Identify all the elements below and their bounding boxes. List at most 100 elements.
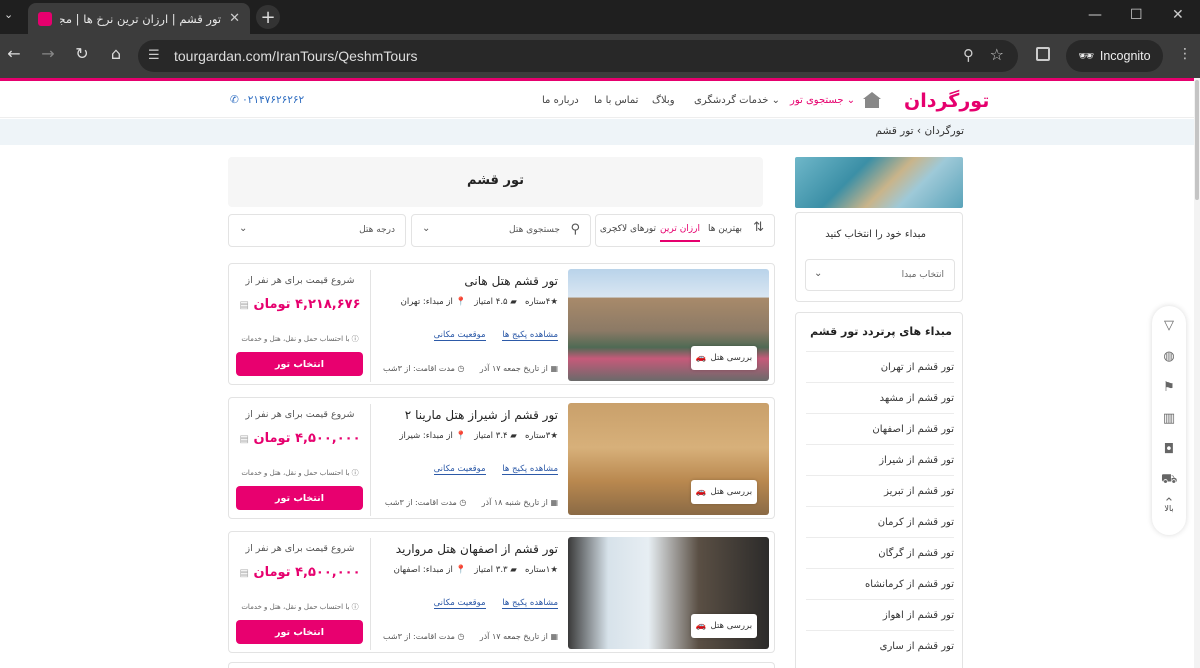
site-info-icon[interactable]: ☰ <box>148 48 160 63</box>
hotel-photo[interactable]: بررسی هتل 🚗 <box>568 403 769 515</box>
camera-icon[interactable]: ◘ <box>1161 442 1177 458</box>
popular-origin-item[interactable]: تور قشم از تهران <box>806 351 954 382</box>
address-bar[interactable]: ☰ tourgardan.com/IranTours/QeshmTours ⚲ … <box>138 40 1018 72</box>
tour-meta: ★۳ستاره ▰ ۳.۴ امتیاز 📍 از مبداء: شیراز <box>399 431 558 441</box>
info-icon: ⓘ <box>351 335 359 343</box>
card-divider <box>370 270 371 382</box>
side-panel-icon[interactable] <box>1036 47 1050 61</box>
select-tour-button[interactable]: انتخاب تور <box>236 352 363 376</box>
nav-tourism-services[interactable]: ⌄ خدمات گردشگری <box>694 95 780 106</box>
clock-icon: ◷ <box>457 364 465 373</box>
url-text[interactable]: tourgardan.com/IranTours/QeshmTours <box>174 48 418 64</box>
hotel-photo[interactable]: بررسی هتل 🚗 <box>568 537 769 649</box>
hotel-photo[interactable]: بررسی هتل 🚗 <box>568 269 769 381</box>
tour-links: مشاهده پکیج ها موقعیت مکانی <box>420 464 558 475</box>
filter-icon[interactable]: ▽ <box>1161 318 1177 334</box>
location-pin-icon: 📍 <box>455 431 467 441</box>
site-logo[interactable]: تورگردان <box>904 90 989 112</box>
select-tour-button[interactable]: انتخاب تور <box>236 486 363 510</box>
nav-about[interactable]: درباره ما <box>542 95 579 106</box>
signpost-icon[interactable]: ⚑ <box>1161 380 1177 396</box>
breadcrumb-bar: تورگردان › تور قشم <box>0 119 1200 145</box>
hotel-review-button[interactable]: بررسی هتل 🚗 <box>691 346 757 370</box>
chevron-down-icon: ⌄ <box>422 223 431 234</box>
popular-origin-item[interactable]: تور قشم از شیراز <box>806 444 954 475</box>
bookmark-star-icon[interactable]: ☆ <box>990 45 1004 64</box>
incognito-indicator[interactable]: 🕶 Incognito <box>1066 40 1163 72</box>
browser-tab-bar: ⌄ تور قشم | ارزان ترین نرخ ها | مجری ✕ +… <box>0 0 1200 34</box>
popular-origin-item[interactable]: تور قشم از کرمانشاه <box>806 568 954 599</box>
phone-number[interactable]: ✆ ۰۲۱۴۷۶۲۶۲۶۲ <box>230 94 304 106</box>
sort-best[interactable]: بهترین ها <box>708 224 742 234</box>
scrollbar-thumb[interactable] <box>1195 80 1199 200</box>
globe-icon[interactable]: ◍ <box>1161 349 1177 365</box>
clock-icon: ◷ <box>457 632 465 641</box>
zoom-icon[interactable]: ⚲ <box>963 46 974 64</box>
close-tab-icon[interactable]: ✕ <box>229 11 240 26</box>
packages-link[interactable]: مشاهده پکیج ها <box>502 598 558 609</box>
nav-search-tour[interactable]: ⌄ جستجوی تور <box>790 95 855 106</box>
popular-origin-item[interactable]: تور قشم از گرگان <box>806 537 954 568</box>
reload-icon[interactable]: ↻ <box>70 44 94 63</box>
score-icon: ▰ <box>510 297 517 307</box>
car-icon[interactable]: ⛟ <box>1161 472 1177 488</box>
new-tab-button[interactable]: + <box>256 5 280 29</box>
star-icon: ★ <box>550 565 558 575</box>
browser-tab[interactable]: تور قشم | ارزان ترین نرخ ها | مجری ✕ <box>28 3 250 34</box>
browser-menu-icon[interactable]: ⋮ <box>1178 46 1192 62</box>
forward-icon[interactable]: → <box>36 44 60 63</box>
tab-search-chevron-icon[interactable]: ⌄ <box>4 8 13 21</box>
hotel-search-field[interactable]: ⚲ جستجوی هتل ⌄ <box>411 214 591 247</box>
incognito-icon: 🕶 <box>1078 48 1094 63</box>
tour-name[interactable]: تور قشم از اصفهان هتل مروارید <box>396 542 558 556</box>
tour-dates: ▦ از تاریخ شنبه ۱۸ آذر ◷ مدت اقامت: از ۳… <box>384 498 558 507</box>
nav-blog[interactable]: وبلاگ <box>652 95 675 106</box>
maximize-icon[interactable]: ☐ <box>1130 7 1143 23</box>
hotel-grade-dropdown[interactable]: درجه هتل ⌄ <box>228 214 406 247</box>
tour-name[interactable]: تور قشم از شیراز هتل مارینا ۲ <box>405 408 558 422</box>
origin-dropdown[interactable]: انتخاب مبدا ⌄ <box>805 259 955 291</box>
price-from-label: شروع قیمت برای هر نفر از <box>245 275 355 286</box>
back-icon[interactable]: ← <box>2 44 26 63</box>
back-to-top-label[interactable]: بالا <box>1152 504 1186 513</box>
close-window-icon[interactable]: ✕ <box>1172 7 1184 23</box>
chevron-down-icon: ⌄ <box>239 223 248 234</box>
location-link[interactable]: موقعیت مکانی <box>433 330 486 341</box>
tour-card-partial <box>228 662 775 668</box>
popular-origin-item[interactable]: تور قشم از مشهد <box>806 382 954 413</box>
building-icon[interactable]: ▥ <box>1161 411 1177 427</box>
hotel-review-button[interactable]: بررسی هتل 🚗 <box>691 480 757 504</box>
nav-contact[interactable]: تماس با ما <box>594 95 638 106</box>
select-tour-button[interactable]: انتخاب تور <box>236 620 363 644</box>
breadcrumb[interactable]: تورگردان › تور قشم <box>875 125 964 137</box>
popular-origin-item[interactable]: تور قشم از اصفهان <box>806 413 954 444</box>
calendar-icon: ▦ <box>550 364 558 373</box>
tour-meta: ★۱ستاره ▰ ۳.۳ امتیاز 📍 از مبداء: اصفهان <box>393 565 558 575</box>
price-note: ⓘ با احتساب حمل و نقل، هتل و خدمات <box>241 603 359 611</box>
sort-bar: ⇅ بهترین ها ارزان ترین تورهای لاکچری <box>595 214 775 247</box>
popular-origin-item[interactable]: تور قشم از ساری <box>806 630 954 661</box>
minimize-icon[interactable]: — <box>1088 7 1102 23</box>
incognito-label: Incognito <box>1099 49 1151 63</box>
popular-origin-item[interactable]: تور قشم از کرمان <box>806 506 954 537</box>
home-nav-icon[interactable] <box>862 91 882 109</box>
sort-luxury[interactable]: تورهای لاکچری <box>600 224 656 234</box>
origin-select-box: مبداء خود را انتخاب کنید انتخاب مبدا ⌄ <box>795 212 963 302</box>
location-pin-icon: 📍 <box>455 297 467 307</box>
phone-icon: ✆ <box>230 94 239 106</box>
tour-card: بررسی هتل 🚗 تور قشم هتل هانی ★۴ستاره ▰ ۴.… <box>228 263 775 385</box>
location-link[interactable]: موقعیت مکانی <box>433 598 486 609</box>
site-header: تورگردان ⌄ جستجوی تور ⌄ خدمات گردشگری وب… <box>0 81 1200 118</box>
tour-name[interactable]: تور قشم هتل هانی <box>464 274 558 288</box>
popular-origin-item[interactable]: تور قشم از تبریز <box>806 475 954 506</box>
packages-link[interactable]: مشاهده پکیج ها <box>502 464 558 475</box>
hotel-review-button[interactable]: بررسی هتل 🚗 <box>691 614 757 638</box>
location-link[interactable]: موقعیت مکانی <box>433 464 486 475</box>
sort-cheapest[interactable]: ارزان ترین <box>660 224 700 242</box>
page-scrollbar[interactable] <box>1194 78 1200 668</box>
info-icon: ⓘ <box>351 469 359 477</box>
popular-origin-item[interactable]: تور قشم از اهواز <box>806 599 954 630</box>
packages-link[interactable]: مشاهده پکیج ها <box>502 330 558 341</box>
home-icon[interactable]: ⌂ <box>104 44 128 63</box>
calendar-icon: ▦ <box>550 498 558 507</box>
